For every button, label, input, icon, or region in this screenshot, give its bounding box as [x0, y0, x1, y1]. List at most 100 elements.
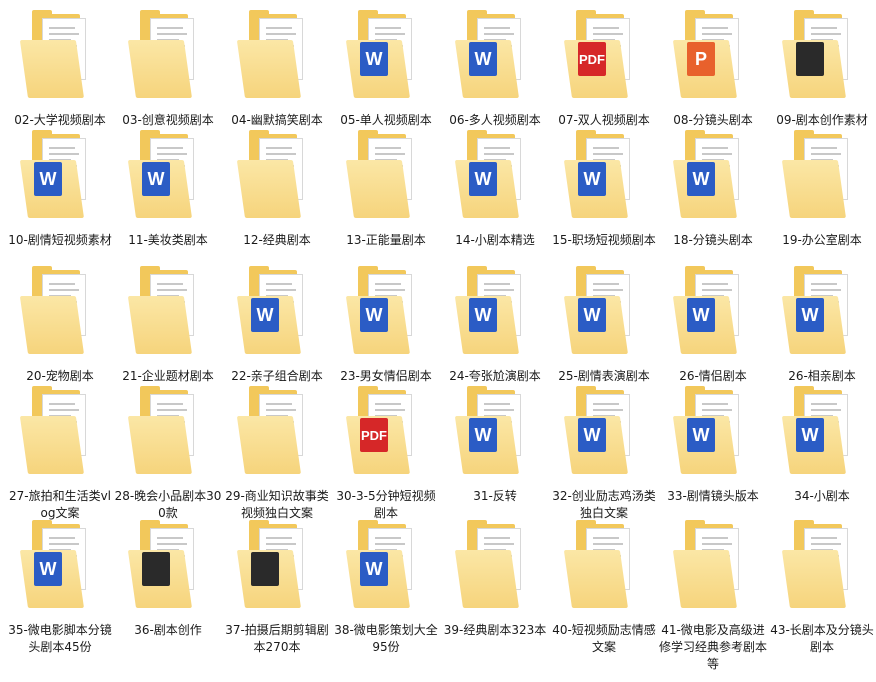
folder-item[interactable]: 09-剧本创作素材: [768, 10, 876, 129]
folder-icon: [127, 520, 200, 612]
word-doc-icon: W: [578, 162, 606, 196]
folder-label: 11-美妆类剧本: [128, 233, 208, 247]
folder-label: 15-职场短视频剧本: [552, 233, 656, 247]
folder-item[interactable]: W 06-多人视频剧本: [441, 10, 549, 129]
folder-item[interactable]: W 22-亲子组合剧本: [223, 266, 331, 385]
folder-label: 26-相亲剧本: [788, 369, 856, 383]
folder-item[interactable]: 40-短视频励志情感文案: [550, 520, 658, 656]
folder-label: 03-创意视频剧本: [122, 113, 214, 127]
folder-item[interactable]: W 26-相亲剧本: [768, 266, 876, 385]
folder-item[interactable]: W 10-剧情短视频素材: [6, 130, 114, 249]
folder-item[interactable]: W 14-小剧本精选: [441, 130, 549, 249]
folder-item[interactable]: 41-微电影及高级进修学习经典参考剧本等: [659, 520, 767, 673]
folder-item[interactable]: 03-创意视频剧本: [114, 10, 222, 129]
file-grid: 02-大学视频剧本 03-创意视频剧本 04-幽默搞笑剧本 W 05-单人视频剧本 W 06…: [0, 0, 876, 682]
folder-icon: [345, 130, 418, 222]
folder-item[interactable]: 43-长剧本及分镜头剧本: [768, 520, 876, 656]
ppt-icon: P: [687, 42, 715, 76]
folder-label: 07-双人视频剧本: [558, 113, 650, 127]
folder-label: 10-剧情短视频素材: [8, 233, 112, 247]
folder-label: 13-正能量剧本: [346, 233, 426, 247]
folder-icon: [19, 386, 92, 478]
word-doc-icon: W: [251, 298, 279, 332]
word-doc-icon: W: [469, 162, 497, 196]
folder-item[interactable]: 27-旅拍和生活类vlog文案: [6, 386, 114, 522]
folder-item[interactable]: W 32-创业励志鸡汤类独白文案: [550, 386, 658, 522]
folder-label: 28-晚会小品剧本300款: [114, 489, 222, 520]
folder-icon: W: [127, 130, 200, 222]
folder-icon: W: [672, 266, 745, 358]
word-doc-icon: W: [687, 298, 715, 332]
folder-item[interactable]: W 23-男女情侣剧本: [332, 266, 440, 385]
folder-icon: [781, 10, 854, 102]
folder-label: 29-商业知识故事类视频独白文案: [225, 489, 329, 520]
folder-item[interactable]: 04-幽默搞笑剧本: [223, 10, 331, 129]
folder-label: 43-长剧本及分镜头剧本: [770, 623, 874, 654]
word-doc-icon: W: [469, 42, 497, 76]
word-doc-icon: W: [469, 298, 497, 332]
folder-item[interactable]: 13-正能量剧本: [332, 130, 440, 249]
folder-item[interactable]: 29-商业知识故事类视频独白文案: [223, 386, 331, 522]
folder-label: 25-剧情表演剧本: [558, 369, 650, 383]
folder-label: 04-幽默搞笑剧本: [231, 113, 323, 127]
folder-icon: [127, 266, 200, 358]
folder-label: 34-小剧本: [794, 489, 850, 503]
folder-icon: W: [672, 386, 745, 478]
folder-item[interactable]: W 15-职场短视频剧本: [550, 130, 658, 249]
folder-icon: [781, 520, 854, 612]
folder-item[interactable]: 37-拍摄后期剪辑剧本270本: [223, 520, 331, 656]
folder-item[interactable]: W 18-分镜头剧本: [659, 130, 767, 249]
folder-item[interactable]: W 26-情侣剧本: [659, 266, 767, 385]
folder-item[interactable]: W 11-美妆类剧本: [114, 130, 222, 249]
folder-icon: [236, 520, 309, 612]
folder-label: 09-剧本创作素材: [776, 113, 868, 127]
folder-icon: [19, 266, 92, 358]
folder-icon: W: [563, 130, 636, 222]
folder-item[interactable]: W 34-小剧本: [768, 386, 876, 505]
word-doc-icon: W: [687, 418, 715, 452]
folder-item[interactable]: 28-晚会小品剧本300款: [114, 386, 222, 522]
folder-icon: [236, 130, 309, 222]
folder-icon: [236, 386, 309, 478]
folder-icon: W: [454, 10, 527, 102]
folder-label: 26-情侣剧本: [679, 369, 747, 383]
folder-icon: W: [345, 266, 418, 358]
folder-item[interactable]: W 05-单人视频剧本: [332, 10, 440, 129]
folder-label: 14-小剧本精选: [455, 233, 535, 247]
folder-label: 02-大学视频剧本: [14, 113, 106, 127]
pdf-icon: PDF: [360, 418, 388, 452]
folder-label: 18-分镜头剧本: [673, 233, 753, 247]
folder-item[interactable]: W 38-微电影策划大全95份: [332, 520, 440, 656]
folder-icon: W: [345, 520, 418, 612]
folder-item[interactable]: W 35-微电影脚本分镜头剧本45份: [6, 520, 114, 656]
folder-label: 37-拍摄后期剪辑剧本270本: [225, 623, 329, 654]
folder-label: 38-微电影策划大全95份: [334, 623, 438, 654]
folder-item[interactable]: PDF 30-3-5分钟短视频剧本: [332, 386, 440, 522]
folder-item[interactable]: W 25-剧情表演剧本: [550, 266, 658, 385]
folder-label: 33-剧情镜头版本: [667, 489, 759, 503]
folder-item[interactable]: W 33-剧情镜头版本: [659, 386, 767, 505]
folder-label: 23-男女情侣剧本: [340, 369, 432, 383]
folder-item[interactable]: 02-大学视频剧本: [6, 10, 114, 129]
word-doc-icon: W: [578, 298, 606, 332]
folder-icon: [127, 386, 200, 478]
folder-icon: [127, 10, 200, 102]
folder-item[interactable]: 12-经典剧本: [223, 130, 331, 249]
word-doc-icon: W: [360, 42, 388, 76]
folder-label: 19-办公室剧本: [782, 233, 862, 247]
word-doc-icon: W: [796, 298, 824, 332]
folder-item[interactable]: 36-剧本创作: [114, 520, 222, 639]
folder-icon: PDF: [345, 386, 418, 478]
folder-item[interactable]: 19-办公室剧本: [768, 130, 876, 249]
folder-item[interactable]: W 24-夸张尬演剧本: [441, 266, 549, 385]
folder-item[interactable]: W 31-反转: [441, 386, 549, 505]
folder-item[interactable]: P 08-分镜头剧本: [659, 10, 767, 129]
folder-icon: PDF: [563, 10, 636, 102]
folder-item[interactable]: PDF 07-双人视频剧本: [550, 10, 658, 129]
folder-label: 36-剧本创作: [134, 623, 202, 637]
folder-item[interactable]: 20-宠物剧本: [6, 266, 114, 385]
folder-icon: W: [781, 386, 854, 478]
folder-item[interactable]: 21-企业题材剧本: [114, 266, 222, 385]
folder-item[interactable]: 39-经典剧本323本: [441, 520, 549, 639]
folder-label: 35-微电影脚本分镜头剧本45份: [8, 623, 112, 654]
